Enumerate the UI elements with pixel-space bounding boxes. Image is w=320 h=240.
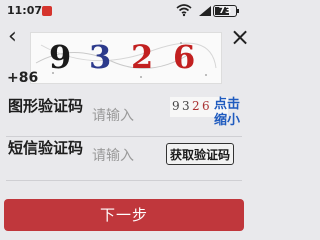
divider [6, 180, 242, 181]
captcha-thumb-char: 3 [182, 99, 190, 113]
next-button[interactable]: 下一步 [4, 199, 244, 231]
divider [6, 136, 242, 137]
app-notification-icon [42, 6, 52, 16]
get-sms-code-button[interactable]: 获取验证码 [166, 143, 234, 165]
captcha-char: 6 [173, 38, 196, 76]
battery-text: 73 [218, 6, 232, 16]
sms-code-label: 短信验证码 [8, 139, 84, 157]
sms-code-input[interactable]: 请输入 [92, 145, 134, 165]
signal-icon [199, 6, 211, 16]
country-code[interactable]: +86 [7, 70, 38, 86]
captcha-image[interactable]: 9 3 2 6 [30, 32, 222, 84]
battery-icon: 73 [213, 5, 237, 17]
refresh-captcha-link[interactable]: 点击缩小 [208, 97, 246, 129]
captcha-char: 9 [49, 38, 72, 76]
captcha-char: 2 [131, 38, 154, 76]
captcha-thumb-char: 2 [192, 99, 200, 113]
captcha-thumb-char: 9 [172, 99, 180, 113]
image-code-input[interactable]: 请输入 [92, 105, 134, 125]
wifi-icon [176, 4, 192, 17]
close-icon[interactable]: × [230, 25, 250, 49]
status-bar: 11:07 73 [0, 0, 248, 22]
status-time: 11:07 [7, 4, 43, 17]
chevron-left-icon[interactable]: ‹ [8, 26, 17, 48]
image-code-label: 图形验证码 [8, 97, 84, 115]
captcha-char: 3 [89, 38, 112, 76]
battery-cap [237, 9, 239, 13]
